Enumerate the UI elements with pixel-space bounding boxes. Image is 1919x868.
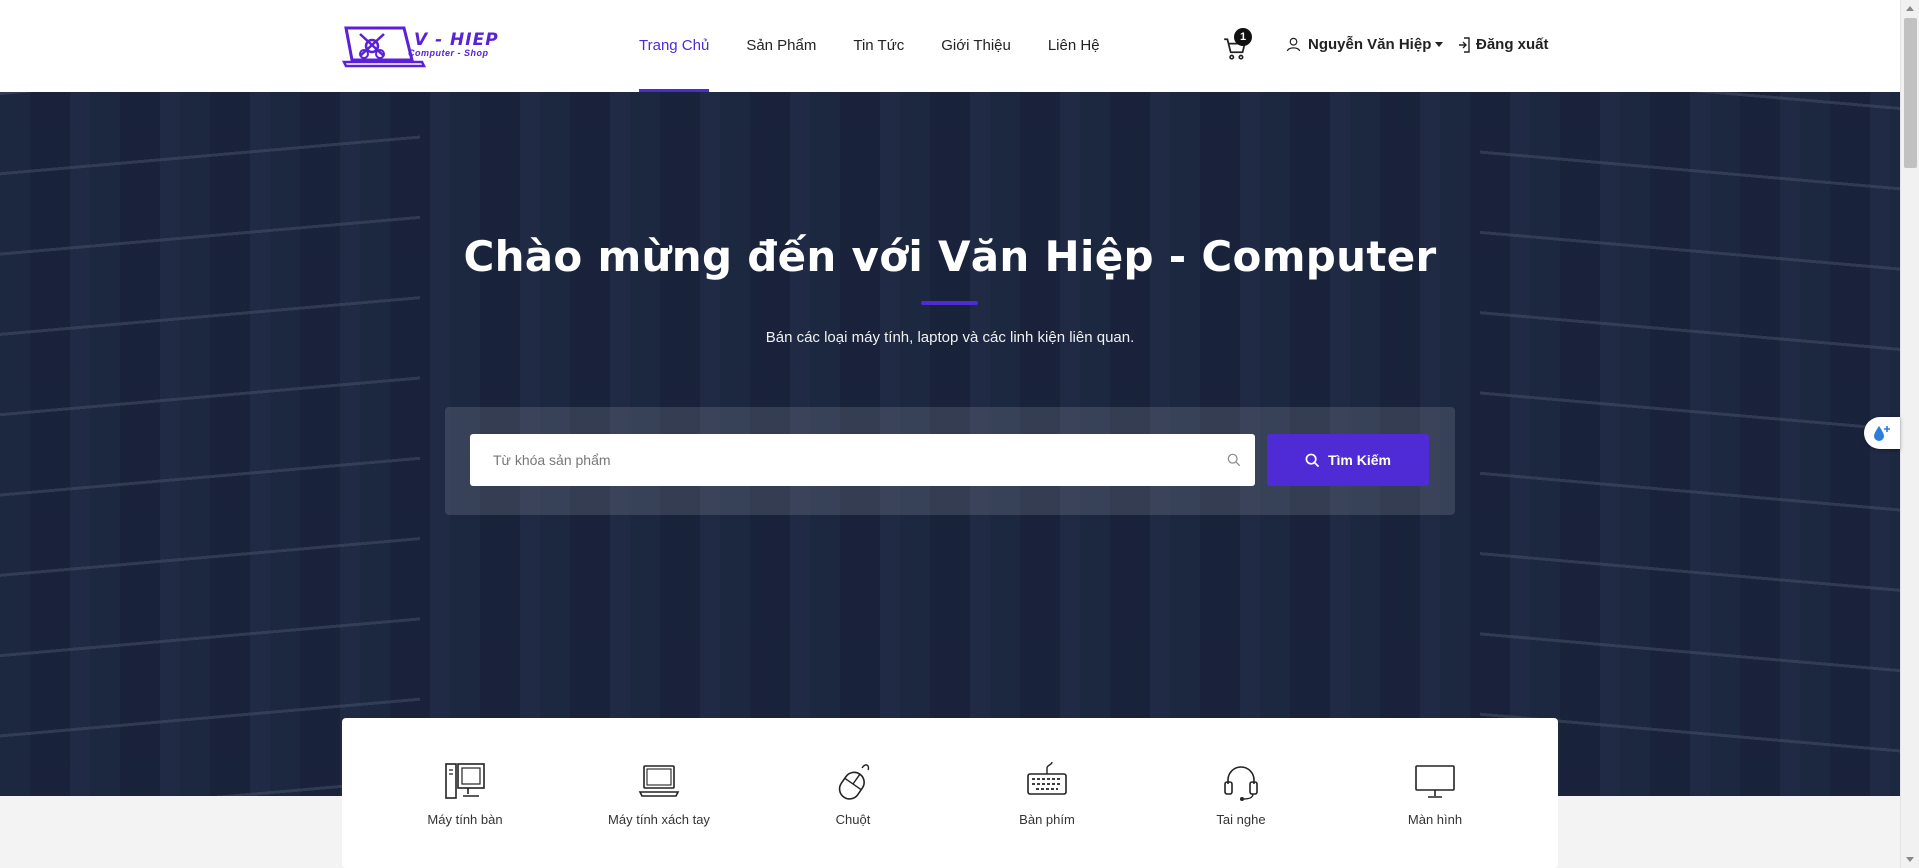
search-box <box>470 434 1255 486</box>
keyboard-icon <box>1027 761 1067 795</box>
logo-name: V - HIEP <box>414 30 499 50</box>
search-panel: Tìm Kiếm <box>445 407 1455 515</box>
water-drop-icon <box>1874 426 1890 441</box>
category-label: Bàn phím <box>1019 812 1075 827</box>
site-logo[interactable]: V - HIEP Computer - Shop <box>342 24 522 68</box>
floating-extension-button[interactable] <box>1864 417 1900 449</box>
hero-title: Chào mừng đến với Văn Hiệp - Computer <box>463 232 1437 281</box>
search-icon <box>1305 453 1320 467</box>
user-icon <box>1286 37 1301 52</box>
category-desktop[interactable]: Máy tính bàn <box>395 760 535 827</box>
user-name: Nguyễn Văn Hiệp <box>1308 36 1432 53</box>
user-menu[interactable]: Nguyễn Văn Hiệp <box>1286 36 1444 53</box>
site-header: V - HIEP Computer - Shop Trang Chủ Sản P… <box>0 0 1900 92</box>
search-button[interactable]: Tìm Kiếm <box>1267 434 1429 486</box>
category-label: Máy tính bàn <box>427 812 503 827</box>
scroll-down-arrow-icon[interactable] <box>1906 857 1914 862</box>
monitor-icon <box>1415 765 1455 798</box>
chevron-down-icon <box>1435 42 1444 47</box>
logout-button[interactable]: Đăng xuất <box>1458 36 1549 53</box>
nav-item-products[interactable]: Sản Phẩm <box>746 0 816 92</box>
category-monitor[interactable]: Màn hình <box>1365 760 1505 827</box>
hero-subtitle: Bán các loại máy tính, laptop và các lin… <box>765 329 1135 346</box>
cart-count-badge: 1 <box>1234 28 1252 46</box>
category-mouse[interactable]: Chuột <box>783 760 923 827</box>
nav-item-contact[interactable]: Liên Hệ <box>1048 0 1100 92</box>
page-scrollbar[interactable] <box>1900 0 1919 868</box>
category-headphones[interactable]: Tai nghe <box>1171 760 1311 827</box>
cart-button[interactable]: 1 <box>1222 28 1252 62</box>
search-icon <box>1227 453 1241 467</box>
mouse-icon <box>838 764 870 800</box>
logout-label: Đăng xuất <box>1476 36 1549 53</box>
scroll-up-arrow-icon[interactable] <box>1906 6 1914 11</box>
desktop-computer-icon <box>445 763 485 799</box>
hero-background-left <box>0 92 420 796</box>
hero-title-underline <box>921 301 978 305</box>
search-input[interactable] <box>470 434 1227 486</box>
category-label: Màn hình <box>1407 812 1463 827</box>
category-label: Chuột <box>835 812 871 827</box>
hero-background-right <box>1480 92 1900 796</box>
logo-text: V - HIEP Computer - Shop <box>408 30 499 58</box>
main-nav: Trang Chủ Sản Phẩm Tin Tức Giới Thiệu Li… <box>639 0 1137 92</box>
laptop-icon <box>638 765 680 797</box>
category-label: Tai nghe <box>1216 812 1266 827</box>
logo-subtitle: Computer - Shop <box>408 48 489 58</box>
category-bar: Máy tính bàn Máy tính xách tay Chuột Bàn… <box>342 718 1558 868</box>
headphones-icon <box>1224 766 1258 801</box>
nav-item-home[interactable]: Trang Chủ <box>639 0 710 92</box>
scrollbar-thumb[interactable] <box>1904 18 1917 168</box>
category-label: Máy tính xách tay <box>608 812 710 827</box>
nav-item-about[interactable]: Giới Thiệu <box>941 0 1011 92</box>
search-button-label: Tìm Kiếm <box>1327 452 1391 468</box>
category-laptop[interactable]: Máy tính xách tay <box>589 760 729 827</box>
logout-icon <box>1459 36 1470 53</box>
nav-item-news[interactable]: Tin Tức <box>853 0 904 92</box>
category-keyboard[interactable]: Bàn phím <box>977 760 1117 827</box>
hero-banner: Chào mừng đến với Văn Hiệp - Computer Bá… <box>0 92 1900 796</box>
